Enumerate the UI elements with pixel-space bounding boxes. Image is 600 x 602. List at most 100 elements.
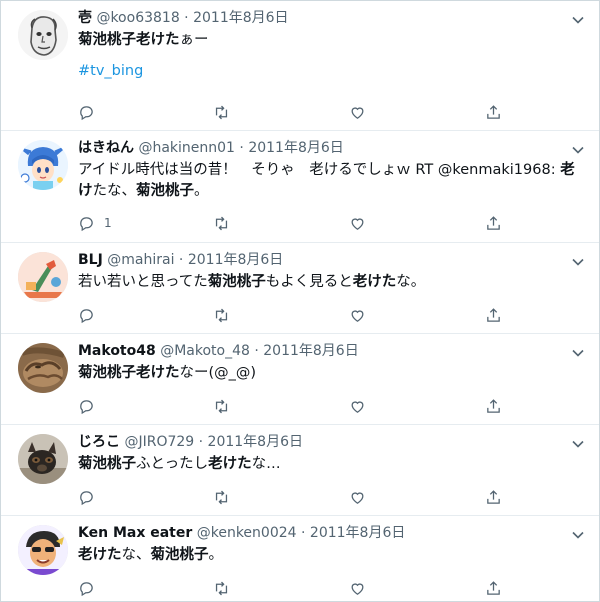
reply-button[interactable]: 1 <box>78 213 112 233</box>
tweet-timeline: 壱 @koo63818 · 2011年8月6日 菊池桃子老けたぁー #tv_bi… <box>0 0 600 602</box>
share-icon <box>487 215 500 230</box>
reply-icon <box>80 216 93 231</box>
tweet-header: Ken Max eater @kenken0024 · 2011年8月6日 <box>78 523 585 543</box>
display-name[interactable]: じろこ <box>78 434 120 450</box>
display-name[interactable]: はきねん <box>78 140 134 156</box>
share-icon <box>487 580 500 595</box>
tweet[interactable]: 壱 @koo63818 · 2011年8月6日 菊池桃子老けたぁー #tv_bi… <box>1 1 599 131</box>
like-icon <box>351 309 364 322</box>
separator: · <box>296 525 310 541</box>
like-button[interactable] <box>349 102 366 122</box>
caret-down-icon[interactable] <box>571 437 585 451</box>
tweet-date[interactable]: 2011年8月6日 <box>263 343 358 359</box>
display-name[interactable]: Makoto48 <box>78 343 156 359</box>
share-button[interactable] <box>485 396 502 416</box>
retweet-icon <box>215 216 228 230</box>
reply-button[interactable] <box>78 305 104 325</box>
separator: · <box>194 434 208 450</box>
tweet-text: 菊池桃子老けたぁー <box>78 32 209 48</box>
caret-down-icon[interactable] <box>571 346 585 360</box>
hashtag-link[interactable]: #tv_bing <box>78 63 585 79</box>
tweet-text: 老けたな、菊池桃子。 <box>78 547 223 563</box>
retweet-button[interactable] <box>213 102 230 122</box>
reply-button[interactable] <box>78 396 104 416</box>
tweet[interactable]: Makoto48 @Makoto_48 · 2011年8月6日 菊池桃子老けたな… <box>1 334 599 425</box>
caret-down-icon[interactable] <box>571 143 585 157</box>
tweet-text: 菊池桃子ふとったし老けたな… <box>78 456 281 472</box>
retweet-button[interactable] <box>213 578 230 598</box>
share-icon <box>487 307 500 322</box>
reply-button[interactable] <box>78 578 104 598</box>
retweet-icon <box>215 581 228 595</box>
handle[interactable]: @hakinenn01 <box>138 140 235 156</box>
like-button[interactable] <box>349 213 366 233</box>
tweet[interactable]: はきねん @hakinenn01 · 2011年8月6日 アイドル時代は当の昔！… <box>1 131 599 243</box>
separator: · <box>179 10 194 26</box>
display-name[interactable]: BLJ <box>78 252 103 268</box>
share-button[interactable] <box>485 213 502 233</box>
tweet-header: はきねん @hakinenn01 · 2011年8月6日 <box>78 138 585 158</box>
reply-icon <box>80 581 93 596</box>
tweet-date[interactable]: 2011年8月6日 <box>208 434 303 450</box>
handle[interactable]: @JIRO729 <box>124 434 194 450</box>
share-button[interactable] <box>485 578 502 598</box>
handle[interactable]: @koo63818 <box>96 10 179 26</box>
retweet-icon <box>215 308 228 322</box>
tweet-header: 壱 @koo63818 · 2011年8月6日 <box>78 8 585 28</box>
tweet-header: じろこ @JIRO729 · 2011年8月6日 <box>78 432 585 452</box>
retweet-button[interactable] <box>213 213 230 233</box>
tweet[interactable]: じろこ @JIRO729 · 2011年8月6日 菊池桃子ふとったし老けたな… <box>1 425 599 516</box>
tweet[interactable]: Ken Max eater @kenken0024 · 2011年8月6日 老け… <box>1 516 599 601</box>
caret-down-icon[interactable] <box>571 255 585 269</box>
tweet-date[interactable]: 2011年8月6日 <box>193 10 288 26</box>
retweet-icon <box>215 105 228 119</box>
tweet-date[interactable]: 2011年8月6日 <box>188 252 283 268</box>
tweet[interactable]: BLJ @mahirai · 2011年8月6日 若い若いと思ってた菊池桃子もよ… <box>1 243 599 334</box>
share-icon <box>487 398 500 413</box>
separator: · <box>249 343 264 359</box>
like-button[interactable] <box>349 396 366 416</box>
tweet-date[interactable]: 2011年8月6日 <box>310 525 405 541</box>
share-icon <box>487 489 500 504</box>
like-icon <box>351 582 364 595</box>
retweet-button[interactable] <box>213 396 230 416</box>
like-icon <box>351 217 364 230</box>
handle[interactable]: @kenken0024 <box>197 525 297 541</box>
handle[interactable]: @mahirai <box>107 252 174 268</box>
retweet-button[interactable] <box>213 305 230 325</box>
reply-icon <box>80 105 93 120</box>
retweet-icon <box>215 399 228 413</box>
share-button[interactable] <box>485 487 502 507</box>
avatar[interactable] <box>18 434 68 484</box>
like-button[interactable] <box>349 578 366 598</box>
reply-icon <box>80 490 93 505</box>
retweet-icon <box>215 490 228 504</box>
display-name[interactable]: Ken Max eater <box>78 525 192 541</box>
like-icon <box>351 400 364 413</box>
retweet-button[interactable] <box>213 487 230 507</box>
separator: · <box>234 140 249 156</box>
avatar[interactable] <box>18 10 68 60</box>
avatar[interactable] <box>18 525 68 575</box>
share-button[interactable] <box>485 102 502 122</box>
reply-count: 1 <box>104 216 112 230</box>
avatar[interactable] <box>18 252 68 302</box>
tweet-date[interactable]: 2011年8月6日 <box>248 140 343 156</box>
share-button[interactable] <box>485 305 502 325</box>
reply-button[interactable] <box>78 487 104 507</box>
caret-down-icon[interactable] <box>571 528 585 542</box>
reply-icon <box>80 308 93 323</box>
like-button[interactable] <box>349 305 366 325</box>
like-icon <box>351 491 364 504</box>
avatar[interactable] <box>18 140 68 190</box>
separator: · <box>174 252 188 268</box>
display-name[interactable]: 壱 <box>78 10 92 26</box>
reply-button[interactable] <box>78 102 104 122</box>
share-icon <box>487 104 500 119</box>
tweet-header: BLJ @mahirai · 2011年8月6日 <box>78 250 585 270</box>
caret-down-icon[interactable] <box>571 13 585 27</box>
like-button[interactable] <box>349 487 366 507</box>
handle[interactable]: @Makoto_48 <box>160 343 250 359</box>
reply-icon <box>80 399 93 414</box>
avatar[interactable] <box>18 343 68 393</box>
